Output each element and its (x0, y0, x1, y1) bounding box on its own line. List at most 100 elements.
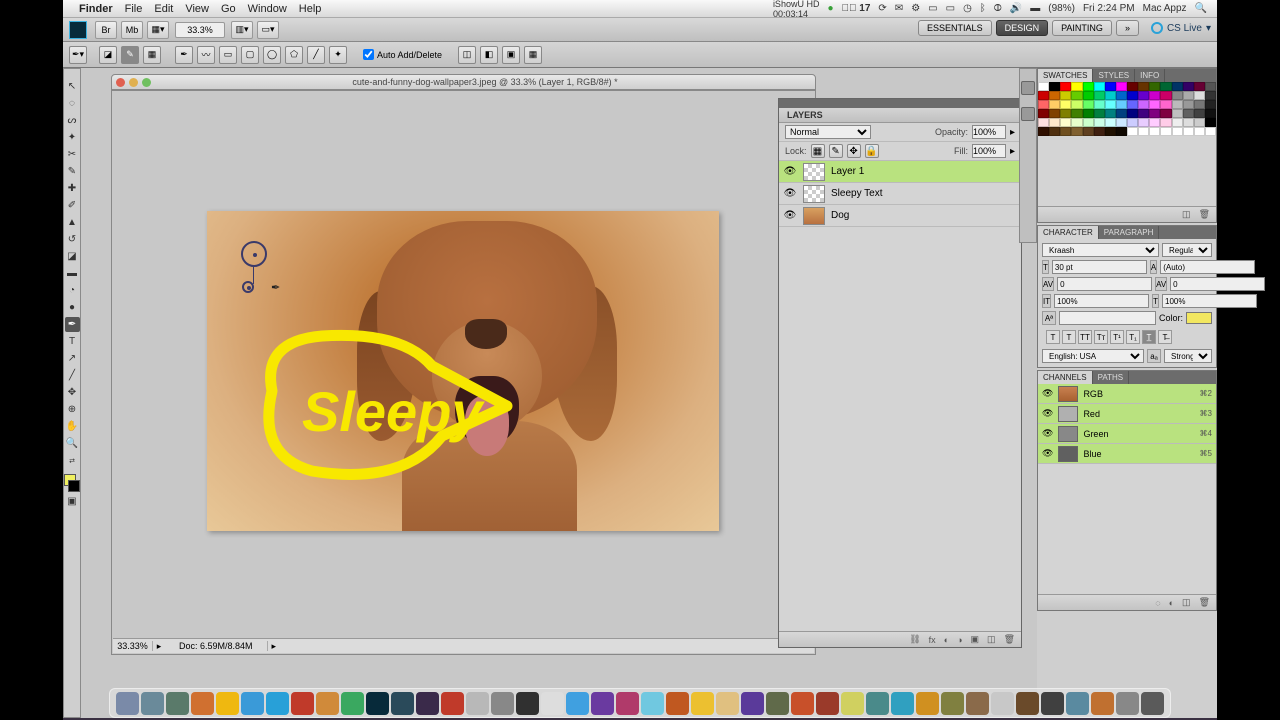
tracking-input[interactable] (1170, 277, 1265, 291)
swatch-cell[interactable] (1071, 82, 1082, 91)
hscale-input[interactable] (1162, 294, 1257, 308)
dock-app-icon[interactable] (391, 692, 414, 715)
workspace-painting[interactable]: PAINTING (1052, 20, 1112, 36)
menu-window[interactable]: Window (248, 3, 287, 15)
swatch-cell[interactable] (1083, 109, 1094, 118)
swatch-cell[interactable] (1183, 100, 1194, 109)
swatch-cell[interactable] (1105, 82, 1116, 91)
swatch-cell[interactable] (1194, 127, 1205, 136)
lock-position[interactable]: ✥ (847, 144, 861, 158)
quickmask-toggle[interactable]: ▣ (65, 494, 80, 509)
brush-tool[interactable]: ✐ (65, 198, 80, 213)
swatch-cell[interactable] (1127, 91, 1138, 100)
dock-app-icon[interactable] (541, 692, 564, 715)
launch-bridge-button[interactable]: Br (95, 21, 117, 39)
dock-app-icon[interactable] (566, 692, 589, 715)
swatch-cell[interactable] (1105, 91, 1116, 100)
dock-app-icon[interactable] (716, 692, 739, 715)
swatch-cell[interactable] (1149, 127, 1160, 136)
channel-row[interactable]: 👁Blue⌘5 (1038, 444, 1216, 464)
status-zoom[interactable]: 33.33% (113, 641, 153, 651)
swatch-cell[interactable] (1071, 109, 1082, 118)
opt-custom-icon[interactable]: ✦ (329, 46, 347, 64)
inbox-icon[interactable]: ✉ (895, 3, 903, 14)
close-window-icon[interactable] (116, 78, 125, 87)
antialias-select[interactable]: Strong (1164, 349, 1212, 363)
dock-app-icon[interactable] (641, 692, 664, 715)
swatch-cell[interactable] (1083, 82, 1094, 91)
swatch-cell[interactable] (1060, 91, 1071, 100)
tab-info[interactable]: INFO (1135, 69, 1165, 82)
lock-transparency[interactable]: ▦ (811, 144, 825, 158)
dock-app-icon[interactable] (941, 692, 964, 715)
swatch-cell[interactable] (1083, 91, 1094, 100)
swatch-cell[interactable] (1116, 118, 1127, 127)
sync-icon[interactable]: ⟳ (878, 3, 886, 14)
swatch-cell[interactable] (1083, 118, 1094, 127)
dock-app-icon[interactable] (1066, 692, 1089, 715)
user-menu[interactable]: Mac Appz (1143, 3, 1187, 14)
channel-row[interactable]: 👁RGB⌘2 (1038, 384, 1216, 404)
tab-paths[interactable]: PATHS (1093, 371, 1129, 384)
layer-row-sleepy[interactable]: 👁 Sleepy Text (779, 183, 1021, 205)
gradient-tool[interactable]: ▬ (65, 266, 80, 281)
lasso-tool[interactable]: ᔕ (65, 113, 80, 128)
history-brush-tool[interactable]: ↺ (65, 232, 80, 247)
move-tool[interactable]: ↖ (65, 79, 80, 94)
dock-app-icon[interactable] (241, 692, 264, 715)
auto-add-delete-toggle[interactable]: Auto Add/Delete (363, 49, 442, 60)
swatch-cell[interactable] (1094, 82, 1105, 91)
language-select[interactable]: English: USA (1042, 349, 1144, 363)
cs-live-button[interactable]: CS Live ▾ (1151, 22, 1211, 34)
fill-pixels-mode[interactable]: ▦ (143, 46, 161, 64)
fill-input[interactable] (972, 144, 1006, 158)
delete-channel-icon[interactable]: 🗑 (1199, 597, 1210, 608)
opacity-input[interactable] (972, 125, 1006, 139)
zoom-tool[interactable]: 🔍 (65, 436, 80, 451)
visibility-icon[interactable]: 👁 (1042, 408, 1053, 419)
swatch-cell[interactable] (1149, 82, 1160, 91)
dodge-tool[interactable]: ● (65, 300, 80, 315)
dock-app-icon[interactable] (816, 692, 839, 715)
dock-app-icon[interactable] (291, 692, 314, 715)
new-layer-icon[interactable]: ◫ (987, 634, 996, 645)
color-toggle[interactable]: ⇄ (65, 453, 80, 468)
dock-app-icon[interactable] (1091, 692, 1114, 715)
dock-app-icon[interactable] (841, 692, 864, 715)
shape-tool[interactable]: ╱ (65, 368, 80, 383)
type-tool[interactable]: T (65, 334, 80, 349)
swatch-cell[interactable] (1205, 118, 1216, 127)
swatch-cell[interactable] (1160, 127, 1171, 136)
healing-tool[interactable]: ✚ (65, 181, 80, 196)
swatch-cell[interactable] (1183, 127, 1194, 136)
swatch-cell[interactable] (1127, 127, 1138, 136)
workspace-more-button[interactable]: » (1116, 20, 1139, 36)
swatch-cell[interactable] (1094, 127, 1105, 136)
swatch-cell[interactable] (1183, 118, 1194, 127)
ps-logo-icon[interactable] (69, 21, 87, 39)
swatch-cell[interactable] (1149, 91, 1160, 100)
blend-mode-select[interactable]: Normal (785, 125, 871, 139)
dock-app-icon[interactable] (691, 692, 714, 715)
swatch-cell[interactable] (1071, 127, 1082, 136)
swatch-cell[interactable] (1172, 91, 1183, 100)
swatch-cell[interactable] (1149, 100, 1160, 109)
dock-app-icon[interactable] (491, 692, 514, 715)
swatch-cell[interactable] (1116, 109, 1127, 118)
underline-button[interactable]: T̲ (1142, 330, 1156, 344)
menu-edit[interactable]: Edit (154, 3, 173, 15)
bold-button[interactable]: T (1046, 330, 1060, 344)
display-icon[interactable]: ▭ (928, 3, 937, 14)
opt-line-icon[interactable]: ╱ (307, 46, 325, 64)
opt-rect-icon[interactable]: ▭ (219, 46, 237, 64)
swatch-cell[interactable] (1105, 118, 1116, 127)
swatch-cell[interactable] (1094, 109, 1105, 118)
lock-pixels[interactable]: ✎ (829, 144, 843, 158)
dock-app-icon[interactable] (116, 692, 139, 715)
swatch-cell[interactable] (1049, 127, 1060, 136)
dock-app-icon[interactable] (591, 692, 614, 715)
view-extras-button[interactable]: ▦▾ (147, 21, 169, 39)
status-dot-icon[interactable]: ● (827, 3, 833, 14)
lock-all[interactable]: 🔒 (865, 144, 879, 158)
swatch-cell[interactable] (1105, 100, 1116, 109)
